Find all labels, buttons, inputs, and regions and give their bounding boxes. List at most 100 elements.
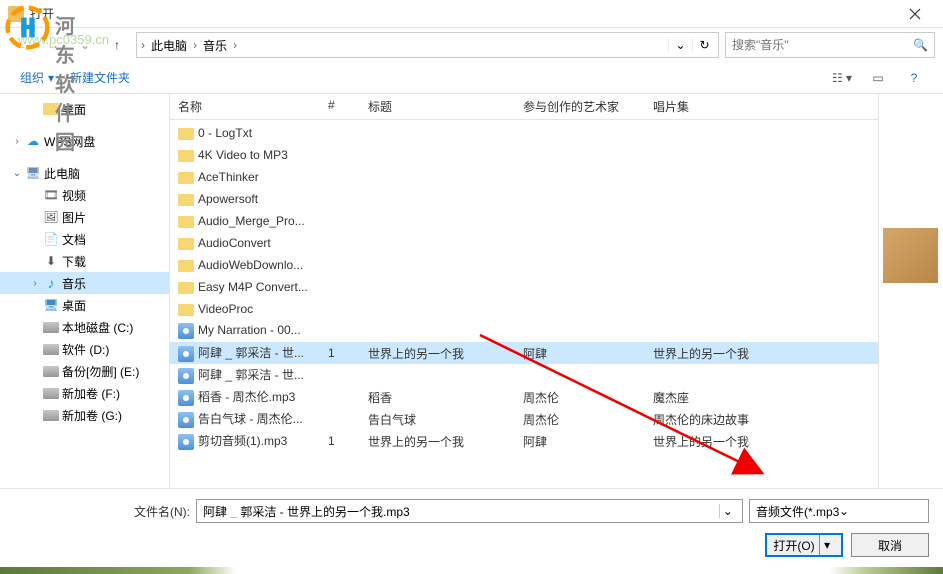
file-row[interactable]: AceThinker bbox=[170, 166, 878, 188]
filename-input[interactable] bbox=[203, 504, 719, 518]
sidebar-item-label: 视频 bbox=[62, 187, 86, 204]
disk-icon bbox=[42, 388, 60, 399]
sidebar-item[interactable]: 新加卷 (G:) bbox=[0, 404, 169, 426]
chevron-down-icon[interactable]: ⌄ bbox=[719, 504, 736, 518]
chevron-down-icon: ▾ bbox=[48, 71, 54, 85]
file-row[interactable]: 阿肆 _ 郭采洁 - 世... bbox=[170, 364, 878, 386]
addressbar: ← → ⌄ ↑ › 此电脑 › 音乐 › ⌄ ↻ 🔍 bbox=[0, 28, 943, 62]
chevron-right-icon: › bbox=[231, 38, 239, 52]
path-segment[interactable]: 音乐 bbox=[199, 34, 231, 56]
audio-icon bbox=[178, 434, 194, 450]
file-row[interactable]: Apowersoft bbox=[170, 188, 878, 210]
search-input[interactable] bbox=[732, 38, 913, 52]
sidebar-item[interactable]: 软件 (D:) bbox=[0, 338, 169, 360]
column-album[interactable]: 唱片集 bbox=[645, 94, 825, 119]
column-headers: 名称 # 标题 参与创作的艺术家 唱片集 bbox=[170, 94, 878, 120]
audio-icon bbox=[178, 412, 194, 428]
disk-icon bbox=[42, 366, 60, 377]
sidebar-item-label: 下载 bbox=[62, 253, 86, 270]
sidebar-item[interactable]: 桌面 bbox=[0, 98, 169, 120]
sidebar-item[interactable]: ›☁WPS网盘 bbox=[0, 130, 169, 152]
folder-icon bbox=[178, 216, 194, 228]
titlebar: 打开 bbox=[0, 0, 943, 28]
sidebar-item-label: 图片 bbox=[62, 209, 86, 226]
sidebar-item-label: 备份[勿删] (E:) bbox=[62, 363, 139, 380]
video-icon: 🎞 bbox=[42, 188, 60, 202]
file-list: 名称 # 标题 参与创作的艺术家 唱片集 0 - LogTxt 4K Video… bbox=[170, 94, 878, 488]
chevron-down-icon: ⌄ bbox=[839, 504, 922, 518]
sidebar-item-label: 本地磁盘 (C:) bbox=[62, 319, 133, 336]
recent-button[interactable]: ⌄ bbox=[72, 32, 98, 58]
window-title: 打开 bbox=[30, 5, 895, 22]
doc-icon: 📄 bbox=[42, 232, 60, 246]
sidebar-item[interactable]: ⌄🖥此电脑 bbox=[0, 162, 169, 184]
newfolder-button[interactable]: 新建文件夹 bbox=[62, 65, 138, 90]
folder-icon bbox=[178, 172, 194, 184]
view-options-button[interactable]: ☷ ▾ bbox=[825, 66, 859, 90]
sidebar-item[interactable]: 本地磁盘 (C:) bbox=[0, 316, 169, 338]
sidebar-item-label: 桌面 bbox=[62, 101, 86, 118]
tree-chevron-icon[interactable]: ⌄ bbox=[10, 168, 24, 179]
sidebar-item[interactable]: 🎞视频 bbox=[0, 184, 169, 206]
file-row[interactable]: AudioConvert bbox=[170, 232, 878, 254]
filetype-filter[interactable]: 音频文件(*.mp3;*.aac;*.wma;* ⌄ bbox=[749, 499, 929, 523]
tree-chevron-icon[interactable]: › bbox=[28, 278, 42, 289]
sidebar-item[interactable]: ⬇下载 bbox=[0, 250, 169, 272]
sidebar-item-label: WPS网盘 bbox=[44, 133, 95, 150]
file-row[interactable]: Audio_Merge_Pro... bbox=[170, 210, 878, 232]
back-button[interactable]: ← bbox=[8, 32, 34, 58]
path-segment[interactable]: 此电脑 bbox=[147, 34, 191, 56]
help-button[interactable]: ? bbox=[897, 66, 931, 90]
desktop-icon: 🖥 bbox=[42, 298, 60, 312]
audio-icon bbox=[178, 323, 194, 339]
dropdown-button[interactable]: ⌄ bbox=[668, 38, 692, 52]
sidebar-item-label: 文档 bbox=[62, 231, 86, 248]
sidebar-item[interactable]: 备份[勿删] (E:) bbox=[0, 360, 169, 382]
sidebar-item[interactable]: 🖼图片 bbox=[0, 206, 169, 228]
forward-button[interactable]: → bbox=[40, 32, 66, 58]
dialog-footer: 文件名(N): ⌄ 音频文件(*.mp3;*.aac;*.wma;* ⌄ 打开(… bbox=[0, 488, 943, 567]
file-row[interactable]: 阿肆 _ 郭采洁 - 世... 1 世界上的另一个我 阿肆 世界上的另一个我 bbox=[170, 342, 878, 364]
chevron-right-icon: › bbox=[139, 38, 147, 52]
audio-icon bbox=[178, 368, 194, 384]
filename-input-box[interactable]: ⌄ bbox=[196, 499, 743, 523]
sidebar-item[interactable]: 新加卷 (F:) bbox=[0, 382, 169, 404]
file-row[interactable]: 稻香 - 周杰伦.mp3 稻香 周杰伦 魔杰座 bbox=[170, 386, 878, 408]
cloud-icon: ☁ bbox=[24, 134, 42, 148]
search-box[interactable]: 🔍 bbox=[725, 32, 935, 58]
file-row[interactable]: 4K Video to MP3 bbox=[170, 144, 878, 166]
open-button[interactable]: 打开(O) ▾ bbox=[765, 533, 843, 557]
toolbar: 组织▾ 新建文件夹 ☷ ▾ ▭ ? bbox=[0, 62, 943, 94]
file-row[interactable]: Easy M4P Convert... bbox=[170, 276, 878, 298]
sidebar-item[interactable]: 🖥桌面 bbox=[0, 294, 169, 316]
preview-pane bbox=[878, 94, 943, 488]
sidebar: 桌面›☁WPS网盘⌄🖥此电脑🎞视频🖼图片📄文档⬇下载›♪音乐🖥桌面本地磁盘 (C… bbox=[0, 94, 170, 488]
disk-icon bbox=[42, 322, 60, 333]
file-row[interactable]: 告白气球 - 周杰伦... 告白气球 周杰伦 周杰伦的床边故事 bbox=[170, 408, 878, 430]
disk-icon bbox=[42, 344, 60, 355]
organize-menu[interactable]: 组织▾ bbox=[12, 65, 62, 90]
column-title[interactable]: 标题 bbox=[360, 94, 515, 119]
column-artist[interactable]: 参与创作的艺术家 bbox=[515, 94, 645, 119]
tree-chevron-icon[interactable]: › bbox=[10, 136, 24, 147]
chevron-down-icon[interactable]: ▾ bbox=[819, 535, 835, 555]
cancel-button[interactable]: 取消 bbox=[851, 533, 929, 557]
file-row[interactable]: 剪切音频(1).mp3 1 世界上的另一个我 阿肆 世界上的另一个我 bbox=[170, 430, 878, 452]
preview-pane-button[interactable]: ▭ bbox=[861, 66, 895, 90]
sidebar-item[interactable]: 📄文档 bbox=[0, 228, 169, 250]
path-box[interactable]: › 此电脑 › 音乐 › ⌄ ↻ bbox=[136, 32, 719, 58]
sidebar-item-label: 此电脑 bbox=[44, 165, 80, 182]
column-name[interactable]: 名称 bbox=[170, 94, 320, 119]
refresh-button[interactable]: ↻ bbox=[692, 38, 716, 52]
file-row[interactable]: 0 - LogTxt bbox=[170, 122, 878, 144]
close-button[interactable] bbox=[895, 0, 935, 28]
audio-icon bbox=[178, 346, 194, 362]
column-num[interactable]: # bbox=[320, 94, 360, 119]
audio-icon bbox=[178, 390, 194, 406]
sidebar-item[interactable]: ›♪音乐 bbox=[0, 272, 169, 294]
file-row[interactable]: VideoProc bbox=[170, 298, 878, 320]
file-row[interactable]: AudioWebDownlo... bbox=[170, 254, 878, 276]
search-icon[interactable]: 🔍 bbox=[913, 38, 928, 52]
up-button[interactable]: ↑ bbox=[104, 32, 130, 58]
file-row[interactable]: My Narration - 00... bbox=[170, 320, 878, 342]
